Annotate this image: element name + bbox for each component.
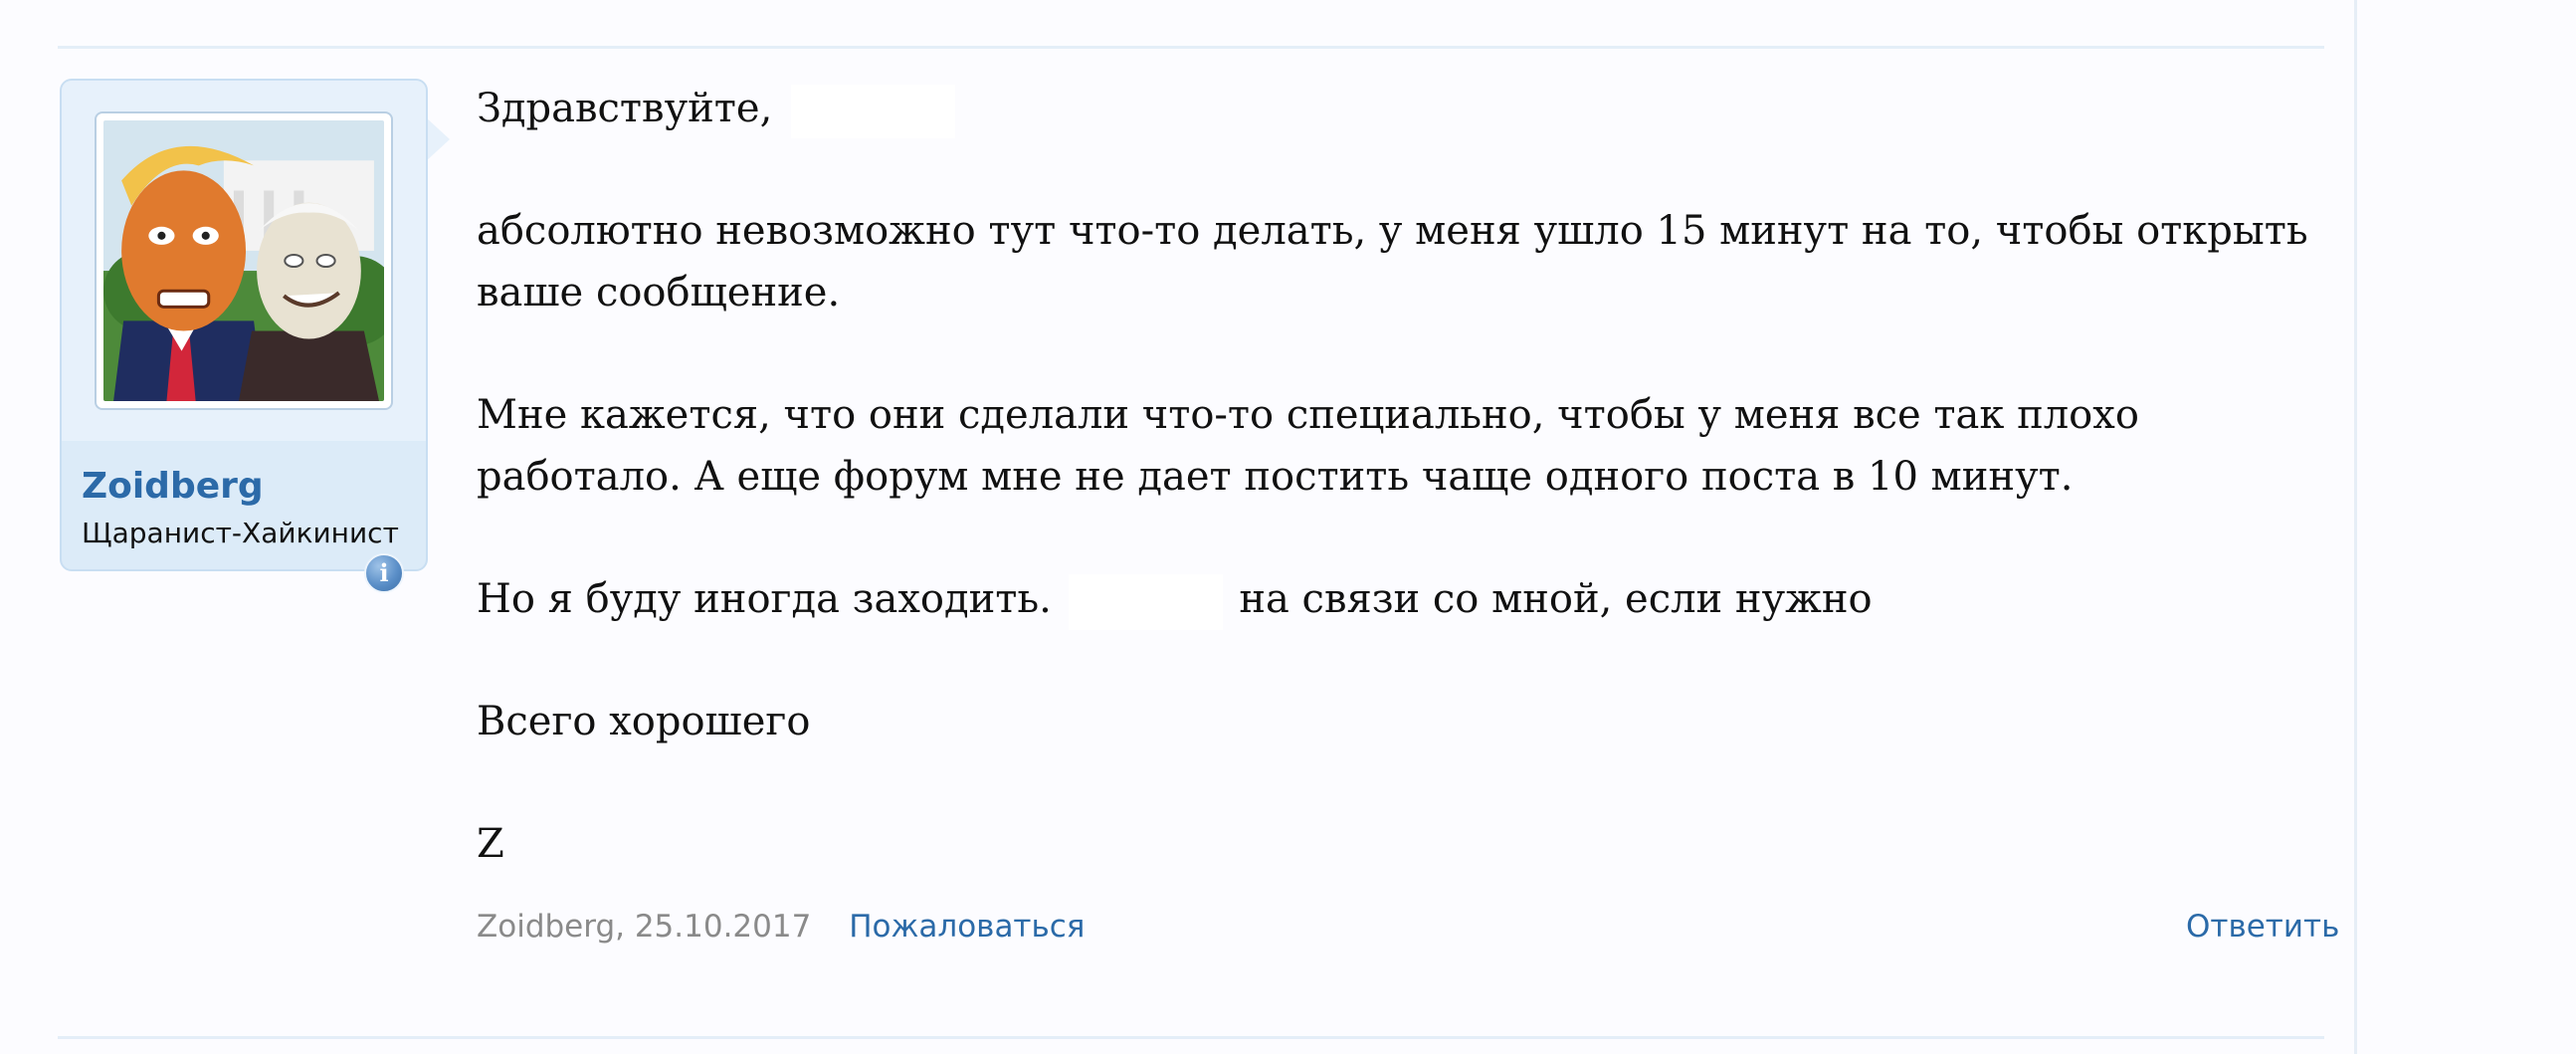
message-body: Здравствуйте, абсолютно невозможно тут ч…: [477, 78, 2347, 875]
info-icon[interactable]: i: [364, 553, 404, 593]
message-paragraph-3-end: на связи со мной, если нужно: [1239, 576, 1873, 622]
post-author-date[interactable]: Zoidberg, 25.10.2017: [477, 909, 811, 945]
message-paragraph-3: Но я буду иногда заходить. на связи со м…: [477, 568, 2347, 630]
redacted-contact: [1068, 574, 1223, 630]
panel-pointer: [426, 117, 450, 161]
reply-link[interactable]: Ответить: [2186, 902, 2339, 951]
username-link[interactable]: Zoidberg: [82, 466, 264, 507]
report-link[interactable]: Пожаловаться: [849, 909, 1085, 945]
message-paragraph-2: Мне кажется, что они сделали что-то спец…: [477, 392, 2139, 500]
message-paragraph-3-start: Но я буду иногда заходить.: [477, 576, 1052, 622]
content-right-border: [2354, 0, 2357, 1054]
message-signature: Z: [477, 821, 504, 867]
user-info-panel: Zoidberg Щаранист-Хайкинист i: [60, 79, 428, 593]
post-meta: Zoidberg, 25.10.2017 Пожаловаться: [477, 902, 1085, 951]
top-divider: [58, 46, 2324, 49]
bottom-divider: [58, 1036, 2324, 1039]
avatar-frame[interactable]: [95, 111, 393, 410]
message-greeting: Здравствуйте,: [477, 86, 773, 131]
redacted-name: [791, 85, 956, 138]
message-greeting-line: Здравствуйте,: [477, 78, 2347, 139]
user-title: Щаранист-Хайкинист: [82, 517, 399, 549]
message-paragraph-1: абсолютно невозможно тут что-то делать, …: [477, 208, 2308, 316]
cartoon-avatar[interactable]: [103, 120, 384, 401]
message-closing: Всего хорошего: [477, 699, 811, 744]
